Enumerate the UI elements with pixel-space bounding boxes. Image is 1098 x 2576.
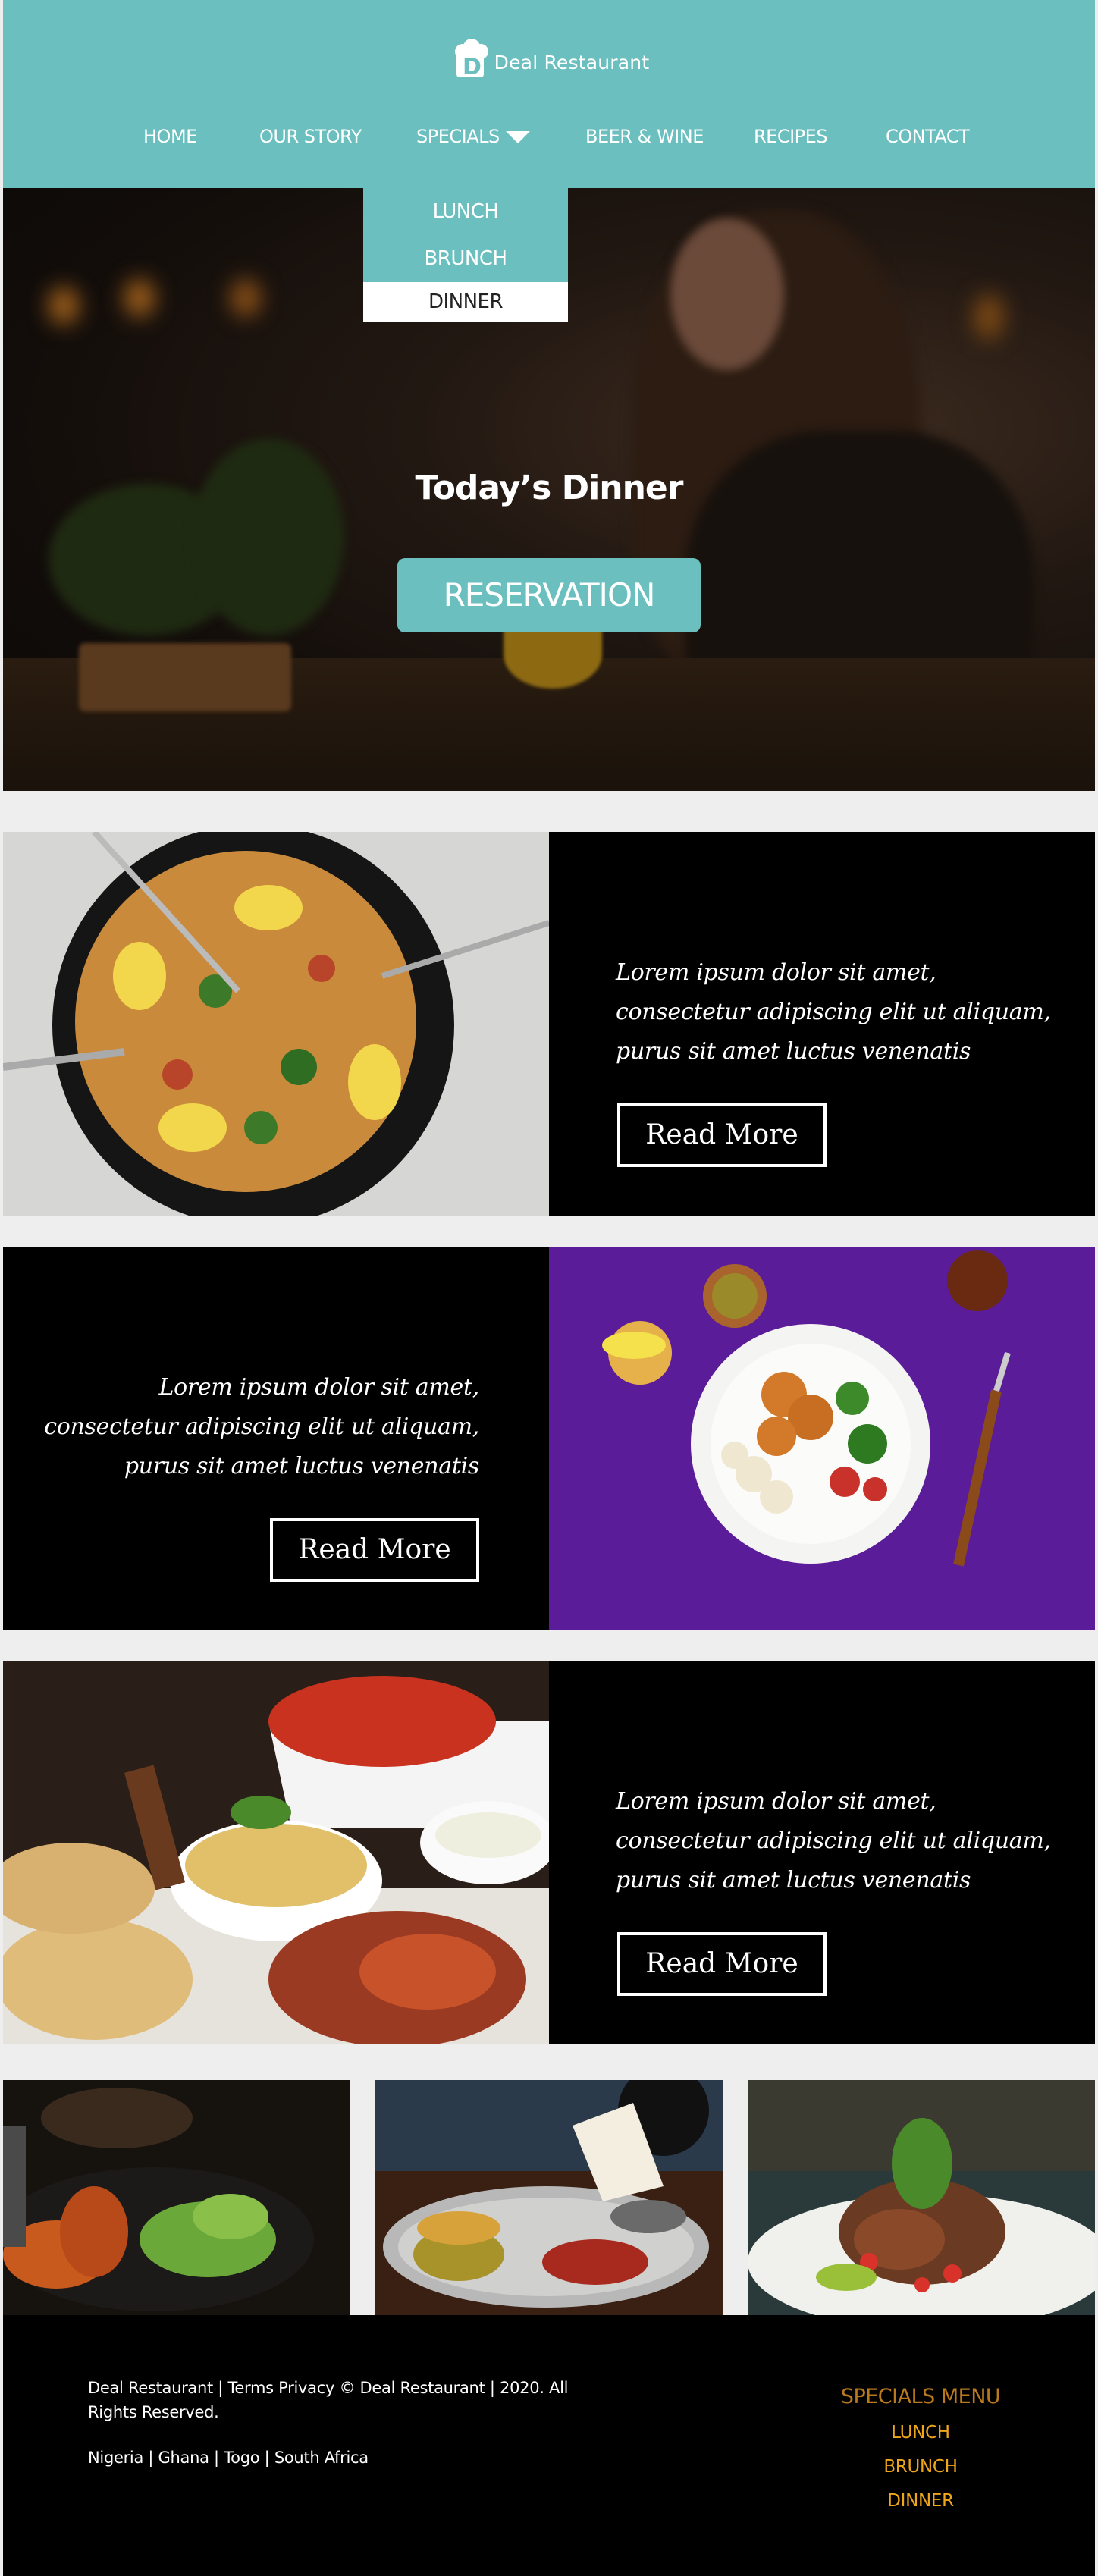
specials-menu-title: SPECIALS MENU (840, 2385, 1001, 2408)
nav-our-story[interactable]: OUR STORY (259, 121, 362, 152)
read-more-button[interactable]: Read More (270, 1518, 479, 1582)
nav-specials-label: SPECIALS (416, 126, 500, 147)
gallery-image-gourmet-dish[interactable] (748, 2080, 1095, 2315)
gallery-image-salad-plate[interactable] (3, 2080, 350, 2315)
svg-text:D: D (463, 54, 482, 80)
feature-description: Lorem ipsum dolor sit amet, consectetur … (616, 953, 1071, 1072)
nav-contact[interactable]: CONTACT (886, 121, 970, 152)
feature-description: Lorem ipsum dolor sit amet, consectetur … (3, 1368, 479, 1486)
dropdown-item-lunch[interactable]: LUNCH (363, 188, 568, 235)
feature-text-1: Lorem ipsum dolor sit amet, consectetur … (549, 832, 1095, 1216)
logo-text: Deal Restaurant (494, 51, 650, 74)
nav-recipes[interactable]: RECIPES (754, 121, 828, 152)
description-line: purus sit amet luctus venenatis (616, 1867, 971, 1894)
read-more-button[interactable]: Read More (617, 1932, 827, 1996)
dropdown-item-brunch[interactable]: BRUNCH (363, 235, 568, 282)
description-line: Lorem ipsum dolor sit amet, (158, 1374, 479, 1401)
read-more-button[interactable]: Read More (617, 1103, 827, 1167)
specials-dropdown: LUNCH BRUNCH DINNER (363, 188, 568, 322)
nav-home[interactable]: HOME (143, 121, 197, 152)
description-line: purus sit amet luctus venenatis (124, 1453, 479, 1479)
feature-row-1: Lorem ipsum dolor sit amet, consectetur … (3, 832, 1095, 1216)
main-nav: HOME OUR STORY SPECIALS BEER & WINE RECI… (3, 121, 1095, 152)
description-line: consectetur adipiscing elit ut aliquam, (616, 999, 1051, 1025)
footer-copyright: Deal Restaurant | Terms Privacy © Deal R… (88, 2379, 569, 2421)
nav-specials[interactable]: SPECIALS (416, 121, 530, 152)
site-footer: Deal Restaurant | Terms Privacy © Deal R… (3, 2315, 1095, 2576)
feature-row-3: Lorem ipsum dolor sit amet, consectetur … (3, 1661, 1095, 2044)
feature-text-3: Lorem ipsum dolor sit amet, consectetur … (549, 1661, 1095, 2044)
site-header: D Deal Restaurant HOME OUR STORY SPECIAL… (3, 0, 1095, 188)
description-line: consectetur adipiscing elit ut aliquam, (616, 1828, 1051, 1854)
reservation-button[interactable]: RESERVATION (397, 558, 701, 632)
gallery-image-thali-platter[interactable] (375, 2080, 723, 2315)
footer-countries: Nigeria | Ghana | Togo | South Africa (88, 2449, 369, 2467)
description-line: purus sit amet luctus venenatis (616, 1038, 971, 1065)
plated-vegetables-image (549, 1247, 1095, 1630)
footer-specials-menu: SPECIALS MENU LUNCH BRUNCH DINNER (807, 2385, 1034, 2518)
feature-row-2: Lorem ipsum dolor sit amet, consectetur … (3, 1247, 1095, 1630)
photo-gallery (3, 2080, 1095, 2315)
description-line: consectetur adipiscing elit ut aliquam, (44, 1414, 479, 1440)
dropdown-item-dinner[interactable]: DINNER (363, 282, 568, 322)
feature-text-2: Lorem ipsum dolor sit amet, consectetur … (3, 1247, 549, 1630)
caret-down-icon (505, 131, 530, 143)
feature-description: Lorem ipsum dolor sit amet, consectetur … (616, 1782, 1071, 1900)
description-line: Lorem ipsum dolor sit amet, (616, 959, 936, 986)
hero-title: Today’s Dinner (415, 469, 684, 507)
footer-link-lunch[interactable]: LUNCH (807, 2416, 1034, 2450)
mezze-platter-image (3, 1661, 549, 2044)
chef-hat-icon: D (454, 39, 488, 80)
footer-link-brunch[interactable]: BRUNCH (807, 2450, 1034, 2484)
logo[interactable]: D Deal Restaurant (3, 38, 1095, 80)
nav-beer-wine[interactable]: BEER & WINE (585, 121, 704, 152)
description-line: Lorem ipsum dolor sit amet, (616, 1788, 936, 1815)
footer-link-dinner[interactable]: DINNER (807, 2484, 1034, 2518)
paella-pan-image (3, 832, 549, 1216)
